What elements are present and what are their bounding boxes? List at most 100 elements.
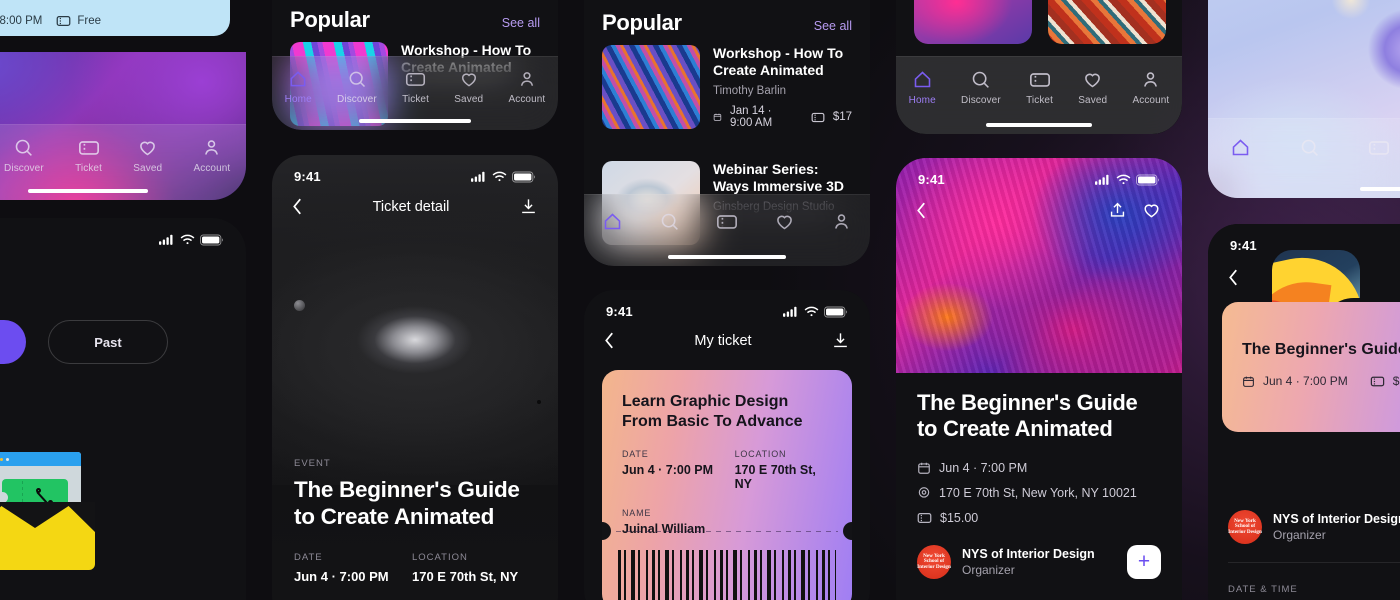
field-value: 170 E 70th St, NY xyxy=(412,569,519,584)
tab-account[interactable]: Account xyxy=(193,137,230,174)
design-showcase-canvas: Jul 6 · 8:00 PM Free Home Discover Ticke… xyxy=(0,0,1400,600)
status-icons xyxy=(159,234,224,246)
chevron-left-icon[interactable] xyxy=(916,201,927,220)
ticket-card[interactable]: Learn Graphic Design From Basic To Advan… xyxy=(602,370,852,600)
tab-ticket[interactable]: Ticket xyxy=(402,69,429,105)
segment-control[interactable]: Live Past xyxy=(0,320,168,364)
tab-saved[interactable]: Saved xyxy=(454,69,483,105)
follow-organizer-button[interactable]: + xyxy=(1127,544,1161,579)
home-screen-art xyxy=(1208,0,1400,198)
organizer-role: Organizer xyxy=(962,562,1015,577)
discover-card[interactable] xyxy=(914,0,1032,44)
event-hero-body: The Beginner's Guide to Create Animated … xyxy=(1242,340,1400,388)
download-icon[interactable] xyxy=(831,331,850,350)
chevron-left-icon[interactable] xyxy=(1228,268,1239,287)
tab-home[interactable] xyxy=(602,211,623,232)
heart-icon xyxy=(1085,73,1101,88)
tab-home[interactable] xyxy=(1230,137,1251,158)
phone-home-popular-a: Popular See all Workshop - How To Create… xyxy=(272,0,558,130)
status-icons xyxy=(783,306,848,318)
field-label: LOCATION xyxy=(412,552,468,563)
organizer-name: NYS of Interior Design xyxy=(962,546,1095,561)
section-header: Popular See all xyxy=(602,10,852,36)
download-icon[interactable] xyxy=(519,197,538,216)
event-title: The Beginner's Guide to Create Animated xyxy=(917,390,1138,442)
home-screen-art: Home Discover Ticket Saved Account xyxy=(0,52,246,200)
heart-icon[interactable] xyxy=(1141,200,1162,220)
tab-label: Ticket xyxy=(75,163,102,174)
cellular-icon xyxy=(159,234,173,245)
tab-account[interactable]: Account xyxy=(508,69,545,105)
ticket-perforation xyxy=(616,531,838,532)
section-label: DATE & TIME xyxy=(1228,584,1298,595)
section-title: Popular xyxy=(290,7,370,32)
status-bar: 9:41 xyxy=(0,232,246,247)
home-indicator xyxy=(668,255,786,259)
event-hero-card[interactable]: The Beginner's Guide to Create Animated … xyxy=(1222,302,1400,432)
chevron-left-icon[interactable] xyxy=(292,197,303,216)
list-item[interactable]: Workshop - How To Create Animated Timoth… xyxy=(602,45,852,129)
wifi-icon xyxy=(804,306,819,317)
tabbar[interactable] xyxy=(1208,118,1400,198)
discover-card[interactable] xyxy=(1048,0,1166,44)
event-card-free[interactable]: Jul 6 · 8:00 PM Free xyxy=(0,0,230,36)
nav-header xyxy=(1228,268,1239,292)
tab-saved[interactable]: Saved xyxy=(133,137,162,174)
status-time: 9:41 xyxy=(918,172,945,187)
person-icon xyxy=(205,140,219,155)
tab-discover[interactable]: Discover xyxy=(337,69,377,105)
tab-label: Account xyxy=(508,94,546,105)
see-all-link[interactable]: See all xyxy=(814,19,852,33)
person-icon xyxy=(835,214,848,229)
ticket-icon xyxy=(56,15,71,26)
chevron-left-icon[interactable] xyxy=(604,331,615,350)
tab-ticket[interactable] xyxy=(716,211,738,232)
hero-actions xyxy=(896,200,1182,220)
event-kicker: EVENT xyxy=(294,458,331,469)
event-thumbnail xyxy=(602,45,700,129)
tab-home[interactable]: Home xyxy=(285,69,312,105)
event-detail-screen: 9:41 The Beginner's Guide to Create Anim… xyxy=(896,158,1182,600)
ticket-icon xyxy=(1369,141,1389,155)
share-icon[interactable] xyxy=(1108,200,1127,220)
battery-icon xyxy=(824,306,848,317)
field-value: Juinal William xyxy=(622,522,706,536)
tab-discover[interactable]: Discover xyxy=(4,137,44,174)
tab-ticket[interactable]: Ticket xyxy=(1026,69,1053,106)
ticket-body: Learn Graphic Design From Basic To Advan… xyxy=(602,370,852,536)
see-all-link[interactable]: See all xyxy=(502,16,540,30)
meta-date: Jun 4 · 7:00 PM xyxy=(917,461,1161,475)
tab-home[interactable]: Home xyxy=(909,69,936,106)
wifi-icon xyxy=(492,171,507,182)
tab-label: Saved xyxy=(133,163,163,174)
meta-price: $15.00 xyxy=(917,511,1161,525)
event-card-meta: Jul 6 · 8:00 PM Free xyxy=(0,14,101,27)
organizer-info: NYS of Interior Design Organizer xyxy=(962,547,1116,577)
event-date: Jan 14 · 9:00 AM xyxy=(729,105,773,130)
calendar-icon xyxy=(1243,376,1254,387)
field-label: DATE xyxy=(622,449,649,459)
status-bar: 9:41 xyxy=(584,304,870,319)
tab-saved[interactable]: Saved xyxy=(1078,69,1107,106)
segment-label: Past xyxy=(94,334,122,350)
tab-discover[interactable] xyxy=(1299,137,1320,158)
tab-label: Ticket xyxy=(1026,95,1053,106)
ticket-title: Learn Graphic Design From Basic To Advan… xyxy=(622,393,803,430)
status-icons xyxy=(471,171,536,183)
home-indicator xyxy=(28,189,148,193)
status-time: 9:41 xyxy=(606,304,633,319)
tab-saved[interactable] xyxy=(774,211,795,232)
segment-live[interactable]: Live xyxy=(0,320,26,364)
tab-ticket[interactable]: Ticket xyxy=(75,137,102,174)
tab-discover[interactable] xyxy=(659,211,680,232)
segment-past[interactable]: Past xyxy=(48,320,168,364)
tab-account[interactable] xyxy=(831,211,852,232)
battery-icon xyxy=(200,234,224,245)
tab-account[interactable]: Account xyxy=(1132,69,1169,106)
nav-header: My ticket xyxy=(584,331,870,350)
tab-discover[interactable]: Discover xyxy=(961,69,1001,106)
tab-ticket[interactable] xyxy=(1368,137,1390,158)
phone-home-discover: Home Discover Ticket Saved Account xyxy=(0,52,246,200)
field-value: 170 E 70th St, NY xyxy=(734,463,816,491)
field-label: NAME xyxy=(622,508,652,518)
